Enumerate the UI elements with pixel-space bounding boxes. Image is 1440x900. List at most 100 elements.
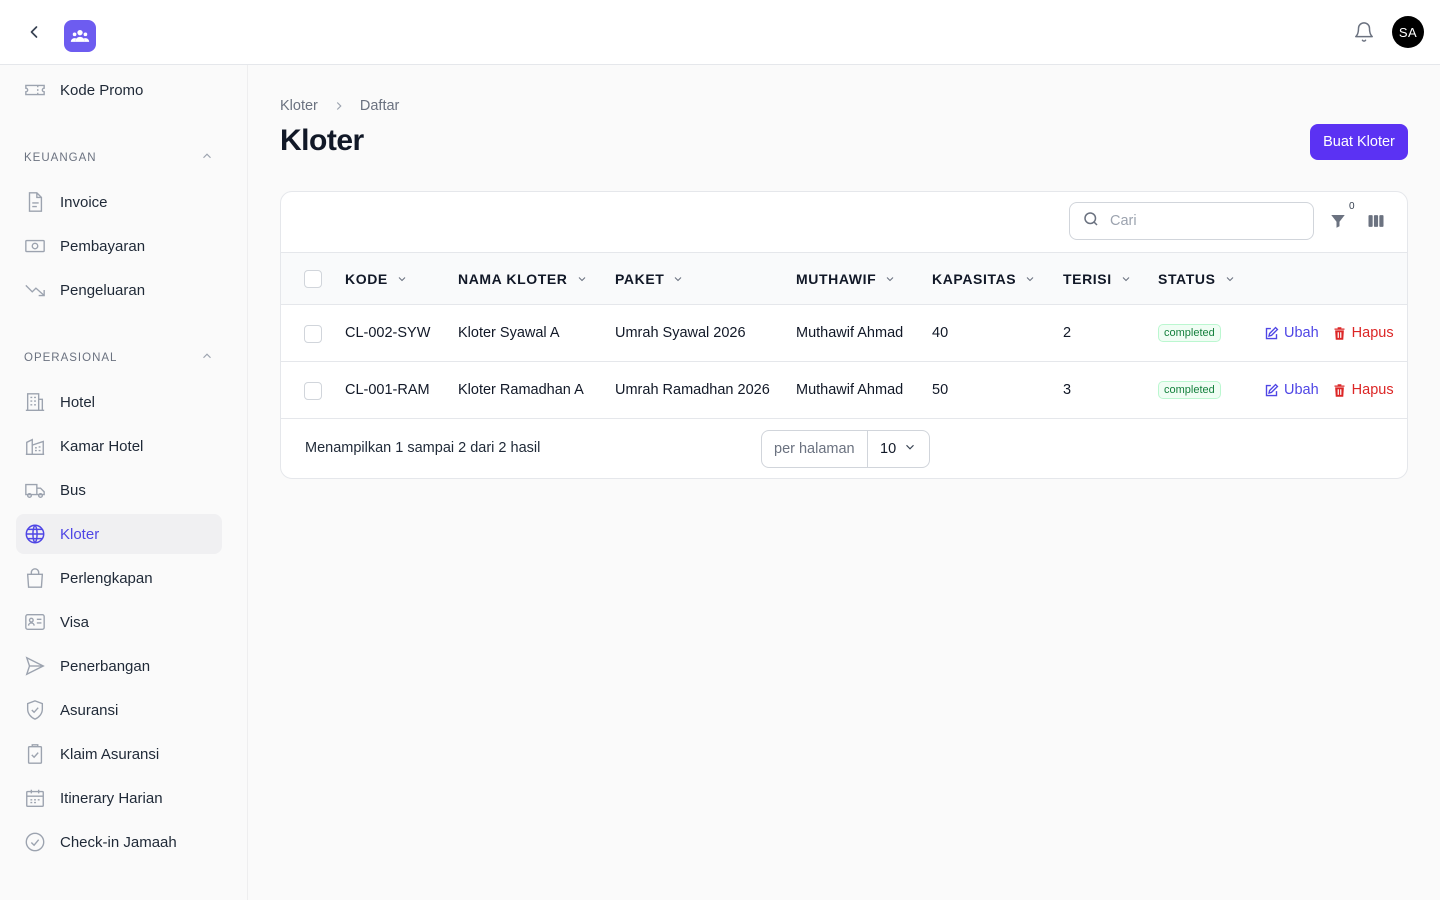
column-header-label: TERISI [1063,271,1112,287]
sidebar-item-label: Visa [60,613,89,631]
edit-button[interactable]: Ubah [1264,325,1319,341]
cell-status: completed [1158,305,1221,361]
delete-button[interactable]: Hapus [1332,325,1394,341]
filter-icon[interactable] [1327,210,1349,232]
cell-kode: CL-002-SYW [345,325,431,341]
sidebar-item-label: Pengeluaran [60,281,146,299]
sidebar-item-pembayaran[interactable]: Pembayaran [16,226,222,266]
column-header-terisi[interactable]: TERISI [1063,253,1132,305]
per-page-select: per halaman 10 [761,430,930,468]
column-header-kapasitas[interactable]: KAPASITAS [932,253,1036,305]
sidebar-item-label: Perlengkapan [60,569,153,587]
bell-icon[interactable] [1352,20,1376,44]
pagination-summary: Menampilkan 1 sampai 2 dari 2 hasil [305,440,541,456]
column-header-label: NAMA KLOTER [458,271,568,287]
edit-label: Ubah [1284,382,1319,398]
group-label: OPERASIONAL [24,352,118,364]
per-page-dropdown[interactable]: 10 [868,440,929,458]
table-header: KODE NAMA KLOTER PAKET MUTHAWIF KAPASITA… [281,252,1407,305]
column-header-status[interactable]: STATUS [1158,253,1236,305]
status-badge: completed [1158,324,1221,342]
column-header-label: KAPASITAS [932,271,1017,287]
cell-actions: Ubah Hapus [1264,305,1394,361]
chevron-down-icon [1224,273,1236,285]
chevron-down-icon [1024,273,1036,285]
sidebar-item-label: Check-in Jamaah [60,833,177,851]
column-header-label: PAKET [615,271,665,287]
column-header-paket[interactable]: PAKET [615,253,684,305]
breadcrumb-link[interactable]: Kloter [280,98,318,114]
shopping-bag-icon [24,567,46,589]
app-logo[interactable] [64,20,96,52]
chevron-down-icon [396,273,408,285]
calendar-icon [24,787,46,809]
sidebar-item-invoice[interactable]: Invoice [16,182,222,222]
sidebar-item-kloter[interactable]: Kloter [16,514,222,554]
column-header-label: MUTHAWIF [796,271,877,287]
sidebar-item-bus[interactable]: Bus [16,470,222,510]
chevron-up-icon [200,149,214,168]
chevron-down-icon [576,273,588,285]
group-operasional-toggle[interactable]: OPERASIONAL [24,348,214,368]
column-header-muthawif[interactable]: MUTHAWIF [796,253,896,305]
column-header-kode[interactable]: KODE [345,253,408,305]
sidebar-item-penerbangan[interactable]: Penerbangan [16,646,222,686]
delete-button[interactable]: Hapus [1332,382,1394,398]
table-row: CL-001-RAM Kloter Ramadhan A Umrah Ramad… [281,362,1407,419]
status-badge: completed [1158,381,1221,399]
sidebar-item-asuransi[interactable]: Asuransi [16,690,222,730]
delete-label: Hapus [1351,325,1394,341]
back-icon[interactable] [22,20,46,44]
cell-muthawif: Muthawif Ahmad [796,325,904,341]
delete-label: Hapus [1351,382,1394,398]
sidebar-item-itinerary-harian[interactable]: Itinerary Harian [16,778,222,818]
column-header-label: KODE [345,271,388,287]
sidebar-item-label: Kode Promo [60,81,144,99]
sidebar-item-label: Kamar Hotel [60,437,144,455]
pencil-square-icon [1264,383,1279,398]
sidebar-item-visa[interactable]: Visa [16,602,222,642]
row-checkbox[interactable] [304,325,322,343]
row-checkbox[interactable] [304,382,322,400]
column-header-label: STATUS [1158,271,1216,287]
sidebar-item-perlengkapan[interactable]: Perlengkapan [16,558,222,598]
search-input[interactable] [1110,213,1300,229]
sidebar-item-label: Itinerary Harian [60,789,163,807]
sidebar-item-hotel[interactable]: Hotel [16,382,222,422]
chevron-down-icon [1120,273,1132,285]
cell-muthawif: Muthawif Ahmad [796,382,904,398]
group-keuangan-toggle[interactable]: KEUANGAN [24,148,214,168]
cell-paket: Umrah Syawal 2026 [615,325,746,341]
sidebar-item-kamar-hotel[interactable]: Kamar Hotel [16,426,222,466]
page-title: Kloter [280,124,364,157]
building-office-icon [24,435,46,457]
cell-paket: Umrah Ramadhan 2026 [615,382,770,398]
chevron-right-icon [332,99,346,113]
globe-icon [24,523,46,545]
trash-icon [1332,326,1347,341]
chevron-down-icon [903,440,917,458]
top-bar: SA [0,0,1440,65]
cell-kode: CL-001-RAM [345,382,430,398]
edit-button[interactable]: Ubah [1264,382,1319,398]
chevron-down-icon [672,273,684,285]
cell-status: completed [1158,362,1221,418]
column-header-nama-kloter[interactable]: NAMA KLOTER [458,253,588,305]
sidebar-item-pengeluaran[interactable]: Pengeluaran [16,270,222,310]
avatar[interactable]: SA [1392,16,1424,48]
sidebar-item-kode-promo[interactable]: Kode Promo [16,70,222,110]
table-card: 0 KODE NAMA KLOTER PAKET MUTHAWIF KAPASI… [280,191,1408,479]
columns-icon[interactable] [1365,210,1387,232]
create-kloter-button[interactable]: Buat Kloter [1310,124,1408,160]
sidebar-item-klaim-asuransi[interactable]: Klaim Asuransi [16,734,222,774]
paper-airplane-icon [24,655,46,677]
sidebar-item-check-in-jamaah[interactable]: Check-in Jamaah [16,822,222,862]
sidebar-item-label: Klaim Asuransi [60,745,160,763]
cell-terisi: 3 [1063,382,1072,398]
sidebar-item-label: Asuransi [60,701,119,719]
select-all-checkbox[interactable] [304,270,322,288]
cell-kapasitas: 50 [932,382,949,398]
breadcrumb: Kloter Daftar [280,96,399,116]
search-icon [1082,210,1100,233]
sidebar-item-label: Kloter [60,525,100,543]
